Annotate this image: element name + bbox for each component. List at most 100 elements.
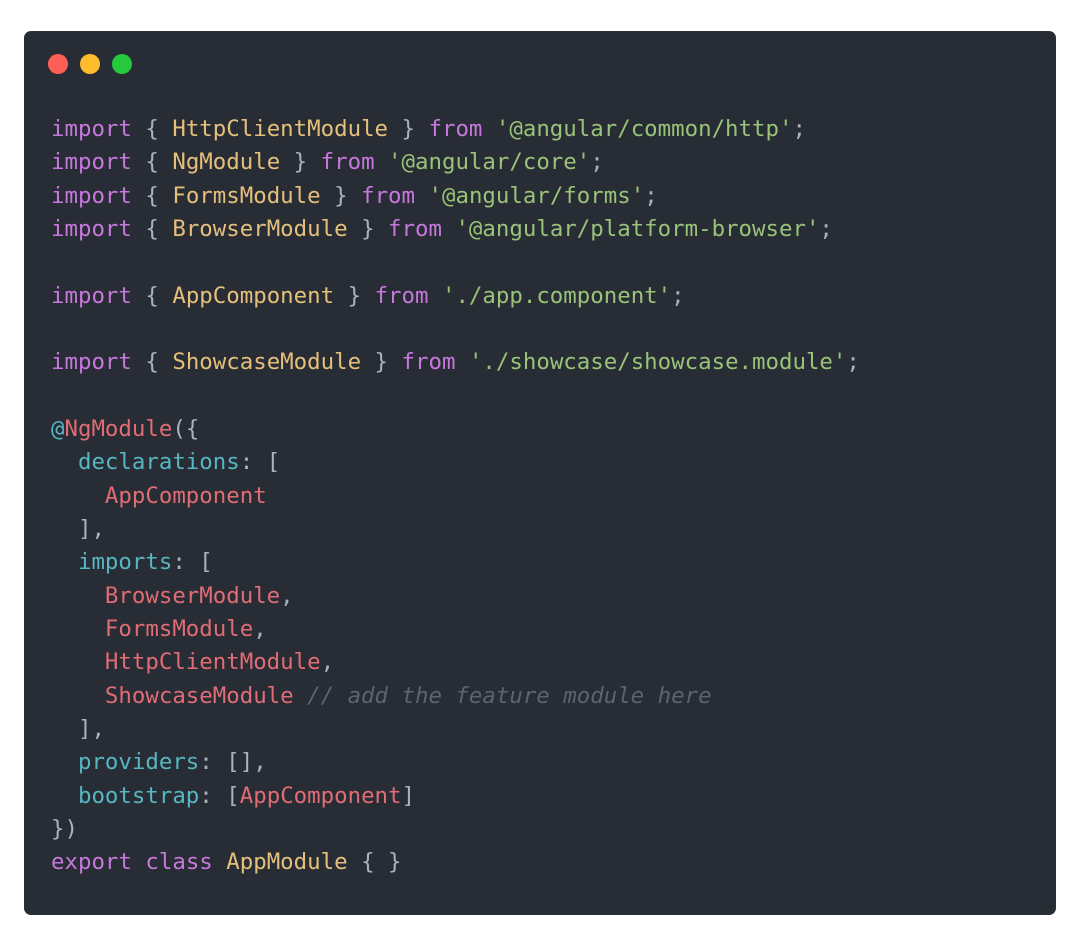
token-keyword: import <box>51 116 132 142</box>
code-line: import { AppComponent } from './app.comp… <box>51 280 860 313</box>
minimize-dot-icon[interactable] <box>80 54 100 74</box>
code-line: import { HttpClientModule } from '@angul… <box>51 113 860 146</box>
code-line: }) <box>51 813 860 846</box>
token-punctuation: ] <box>401 782 415 809</box>
token-keyword: from <box>374 282 429 309</box>
token-punctuation: : [ <box>199 782 240 809</box>
token-punctuation <box>428 283 441 309</box>
code-line: BrowserModule, <box>51 580 860 613</box>
maximize-dot-icon[interactable] <box>112 54 132 74</box>
token-punctuation: { <box>131 116 173 142</box>
token-punctuation: ; <box>846 349 860 376</box>
token-punctuation <box>455 349 468 375</box>
token-punctuation <box>51 616 105 642</box>
token-punctuation: , <box>280 582 294 609</box>
token-punctuation: : [], <box>199 749 267 776</box>
token-punctuation <box>51 749 78 775</box>
token-string: '@angular/forms' <box>428 182 645 209</box>
token-punctuation: ; <box>792 116 806 142</box>
token-punctuation: } <box>361 349 402 376</box>
token-punctuation <box>442 216 455 242</box>
code-line: import { FormsModule } from '@angular/fo… <box>51 180 860 213</box>
token-keyword: import <box>51 149 132 176</box>
token-keyword: from <box>320 149 375 176</box>
token-punctuation: : [ <box>172 549 213 576</box>
code-line: @NgModule({ <box>51 413 860 446</box>
token-string: '@angular/core' <box>388 149 591 176</box>
token-class-name: AppComponent <box>172 282 335 309</box>
token-keyword: from <box>401 349 456 376</box>
token-punctuation: ; <box>644 182 658 209</box>
token-identifier: NgModule <box>64 415 173 442</box>
token-punctuation: { <box>131 349 173 376</box>
close-dot-icon[interactable] <box>48 54 68 74</box>
code-line: import { NgModule } from '@angular/core'… <box>51 146 860 179</box>
code-line: imports: [ <box>51 546 860 579</box>
code-line: ], <box>51 713 860 746</box>
token-string: '@angular/platform-browser' <box>455 215 820 242</box>
token-property: providers <box>77 749 200 776</box>
token-punctuation: } <box>347 215 389 242</box>
token-identifier: AppComponent <box>239 782 402 809</box>
token-punctuation <box>51 583 105 609</box>
token-class-name: AppModule <box>226 849 348 876</box>
token-punctuation: } <box>280 149 321 176</box>
token-class-name: HttpClientModule <box>172 116 389 142</box>
token-keyword: import <box>51 349 132 376</box>
token-keyword: export <box>51 849 132 876</box>
token-punctuation <box>51 449 78 475</box>
code-line: ], <box>51 513 860 546</box>
token-punctuation: , <box>320 649 335 676</box>
token-property: imports <box>77 549 173 576</box>
token-keyword: import <box>51 282 132 309</box>
token-keyword: import <box>51 182 132 209</box>
token-punctuation: { } <box>347 849 402 876</box>
token-property: @ <box>51 415 65 442</box>
code-line: HttpClientModule, <box>51 646 860 679</box>
token-punctuation: { <box>131 149 173 176</box>
token-identifier: ShowcaseModule <box>104 682 294 709</box>
token-punctuation <box>375 149 388 175</box>
token-punctuation: ; <box>590 149 604 176</box>
token-punctuation <box>51 783 78 809</box>
code-line: bootstrap: [AppComponent] <box>51 780 860 813</box>
token-punctuation: , <box>253 615 267 642</box>
token-keyword: from <box>428 116 483 142</box>
token-class-name: ShowcaseModule <box>172 349 362 376</box>
token-keyword: from <box>388 215 442 242</box>
token-punctuation <box>51 483 105 509</box>
token-identifier: AppComponent <box>104 482 267 509</box>
token-punctuation <box>51 649 105 675</box>
token-punctuation: } <box>388 116 429 142</box>
token-punctuation: : [ <box>239 449 281 476</box>
token-punctuation: }) <box>51 815 78 842</box>
token-string: '@angular/common/http' <box>495 116 793 142</box>
token-keyword: import <box>51 215 132 242</box>
token-identifier: BrowserModule <box>104 582 281 609</box>
token-string: './showcase/showcase.module' <box>468 349 847 376</box>
code-line: declarations: [ <box>51 446 860 479</box>
token-property: bootstrap <box>77 782 200 809</box>
token-class-name: BrowserModule <box>172 215 348 242</box>
code-line: providers: [], <box>51 746 860 779</box>
code-line: import { BrowserModule } from '@angular/… <box>51 213 860 246</box>
token-punctuation: ], <box>51 715 105 742</box>
token-punctuation <box>213 849 226 875</box>
token-punctuation: } <box>320 182 362 209</box>
token-class-name: FormsModule <box>172 182 321 209</box>
token-string: './app.component' <box>441 282 672 309</box>
token-keyword: class <box>145 849 213 876</box>
token-punctuation: { <box>131 182 173 209</box>
token-comment: // add the feature module here <box>307 682 712 709</box>
token-punctuation <box>415 183 428 209</box>
token-punctuation: { <box>131 215 173 242</box>
token-punctuation: } <box>334 282 375 309</box>
token-punctuation <box>294 683 307 709</box>
token-punctuation <box>51 683 105 709</box>
token-punctuation: ; <box>819 215 833 242</box>
code-line: FormsModule, <box>51 613 860 646</box>
token-keyword: from <box>361 182 416 209</box>
